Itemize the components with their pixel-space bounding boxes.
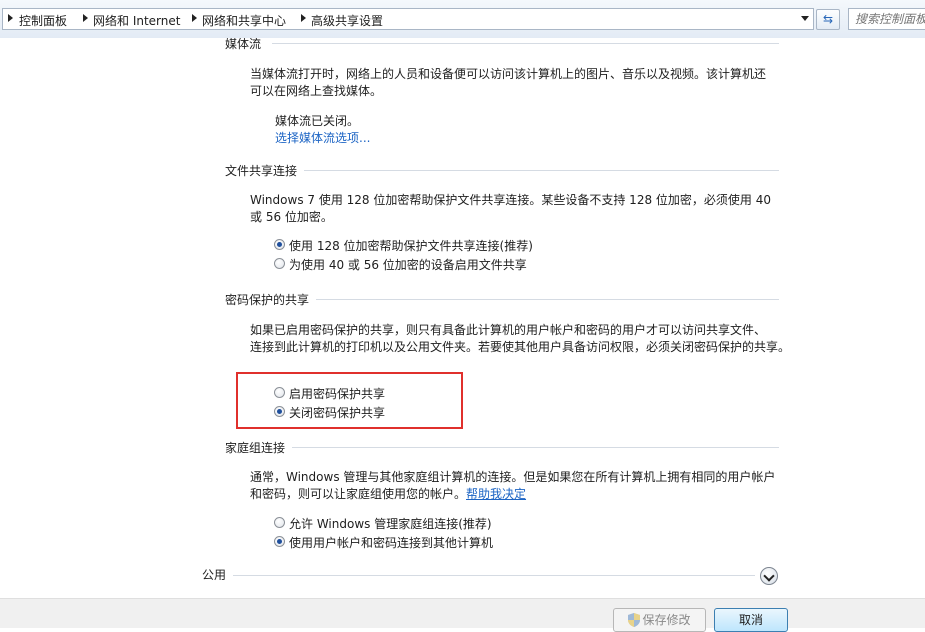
radio-option-128bit[interactable]: 使用 128 位加密帮助保护文件共享连接(推荐) <box>274 237 533 253</box>
homegroup-heading: 家庭组连接 <box>225 441 286 455</box>
file-sharing-description: Windows 7 使用 128 位加密帮助保护文件共享连接。某些设备不支持 1… <box>250 193 771 224</box>
chevron-right-icon[interactable] <box>301 14 306 22</box>
highlight-annotation <box>236 372 463 429</box>
settings-content: 媒体流 当媒体流打开时，网络上的人员和设备便可以访问该计算机上的图片、音乐以及视… <box>0 38 925 598</box>
crumb-network-sharing-center[interactable]: 网络和共享中心 <box>202 12 286 29</box>
radio-option-user-account[interactable]: 使用用户帐户和密码连接到其他计算机 <box>274 534 493 550</box>
divider <box>316 299 779 300</box>
chevron-right-icon[interactable] <box>192 14 197 22</box>
radio-button[interactable] <box>274 239 285 250</box>
media-status: 媒体流已关闭。 <box>275 114 360 128</box>
chevron-down-icon <box>763 570 775 582</box>
media-heading: 媒体流 <box>225 38 262 51</box>
public-heading[interactable]: 公用 <box>202 566 226 583</box>
crumb-advanced-sharing[interactable]: 高级共享设置 <box>311 12 383 29</box>
expand-public-button[interactable] <box>760 567 778 585</box>
radio-button[interactable] <box>274 517 285 528</box>
media-options-link[interactable]: 选择媒体流选项... <box>275 129 370 146</box>
radio-option-windows-manage[interactable]: 允许 Windows 管理家庭组连接(推荐) <box>274 515 492 531</box>
chevron-right-icon[interactable] <box>83 14 88 22</box>
save-changes-button[interactable]: 保存修改 <box>613 608 706 632</box>
divider <box>304 170 779 171</box>
homegroup-description: 通常，Windows 管理与其他家庭组计算机的连接。但是如果您在所有计算机上拥有… <box>250 470 776 501</box>
divider <box>272 43 779 44</box>
breadcrumb[interactable]: 控制面板 网络和 Internet 网络和共享中心 高级共享设置 <box>2 8 814 30</box>
search-input[interactable] <box>855 10 925 28</box>
crumb-control-panel[interactable]: 控制面板 <box>19 12 67 29</box>
help-me-decide-link[interactable]: 帮助我决定 <box>466 487 526 501</box>
dropdown-arrow-icon[interactable] <box>801 16 809 21</box>
refresh-button[interactable]: ⇆ <box>816 9 840 30</box>
footer-bar: 保存修改 取消 <box>0 598 925 632</box>
shield-icon <box>628 612 641 627</box>
address-bar: 控制面板 网络和 Internet 网络和共享中心 高级共享设置 ⇆ <box>0 0 925 38</box>
crumb-network-internet[interactable]: 网络和 Internet <box>93 12 180 29</box>
save-button-label: 保存修改 <box>642 613 691 627</box>
password-sharing-heading: 密码保护的共享 <box>225 293 310 307</box>
password-sharing-description: 如果已启用密码保护的共享，则只有具备此计算机的用户帐户和密码的用户才可以访问共享… <box>250 323 791 354</box>
divider <box>292 447 779 448</box>
cancel-button[interactable]: 取消 <box>714 608 788 632</box>
chevron-right-icon[interactable] <box>8 14 13 22</box>
refresh-icon: ⇆ <box>822 12 834 26</box>
divider <box>233 575 755 576</box>
radio-option-40-56bit[interactable]: 为使用 40 或 56 位加密的设备启用文件共享 <box>274 256 527 272</box>
radio-button[interactable] <box>274 536 285 547</box>
radio-button[interactable] <box>274 258 285 269</box>
media-description: 当媒体流打开时，网络上的人员和设备便可以访问该计算机上的图片、音乐以及视频。该计… <box>250 67 767 98</box>
search-box[interactable] <box>848 8 925 30</box>
file-sharing-heading: 文件共享连接 <box>225 164 298 178</box>
